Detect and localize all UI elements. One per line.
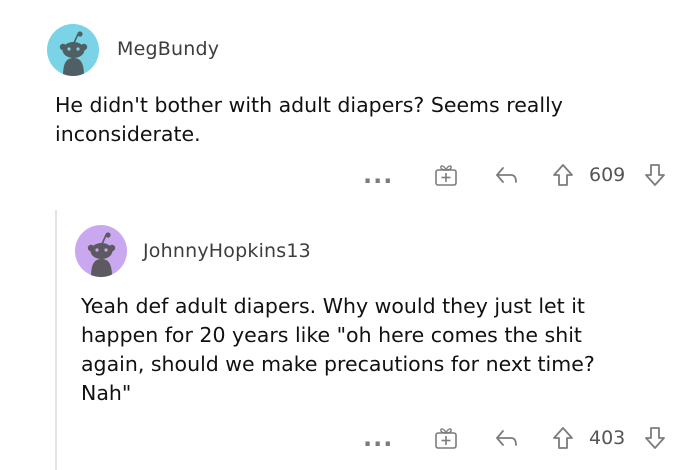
- comment-username[interactable]: MegBundy: [117, 38, 219, 60]
- comment-body: Yeah def adult diapers. Why would they j…: [81, 292, 681, 408]
- comment-line: Nah": [81, 381, 132, 405]
- comment-johnnyhopkins13: JohnnyHopkins13 Yeah def adult diapers. …: [0, 200, 700, 470]
- comment-line: inconsiderate.: [55, 122, 201, 146]
- reply-arrow-icon[interactable]: [494, 423, 520, 453]
- gift-award-icon[interactable]: [433, 160, 459, 190]
- gift-award-icon[interactable]: [433, 423, 459, 453]
- more-options-button[interactable]: ...: [363, 423, 393, 453]
- snoo-avatar-icon[interactable]: [47, 24, 99, 76]
- comment-line: He didn't bother with adult diapers? See…: [55, 93, 563, 117]
- comment-username[interactable]: JohnnyHopkins13: [143, 240, 311, 262]
- upvote-arrow-icon[interactable]: [551, 423, 575, 453]
- comment-actions: ... 403: [0, 423, 700, 453]
- vote-score: 609: [589, 164, 626, 186]
- comment-body: He didn't bother with adult diapers? See…: [55, 91, 675, 149]
- comment-line: Yeah def adult diapers. Why would they j…: [81, 294, 585, 318]
- downvote-arrow-icon[interactable]: [643, 160, 667, 190]
- comment-line: happen for 20 years like "oh here comes …: [81, 323, 582, 347]
- downvote-arrow-icon[interactable]: [643, 423, 667, 453]
- comment-actions: ... 609: [0, 160, 700, 190]
- upvote-arrow-icon[interactable]: [551, 160, 575, 190]
- snoo-avatar-icon[interactable]: [75, 225, 127, 277]
- comment-megbundy: MegBundy He didn't bother with adult dia…: [0, 0, 700, 200]
- vote-score: 403: [589, 427, 626, 449]
- reply-arrow-icon[interactable]: [494, 160, 520, 190]
- comment-line: again, should we make precautions for ne…: [81, 352, 595, 376]
- more-options-button[interactable]: ...: [363, 160, 393, 190]
